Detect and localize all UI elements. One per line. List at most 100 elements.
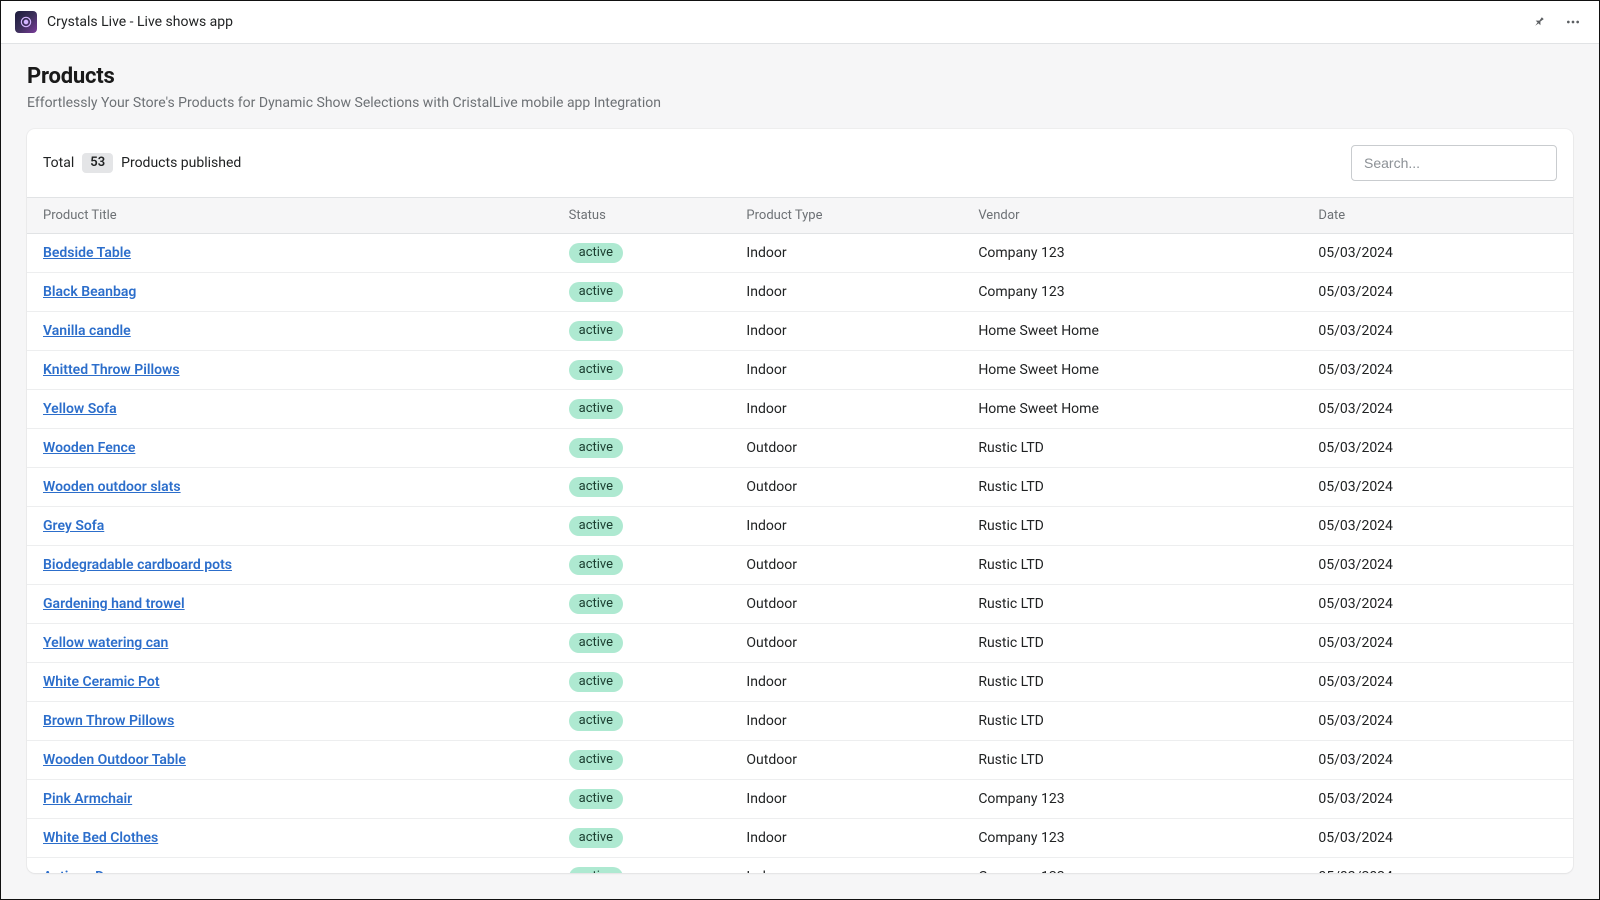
product-link[interactable]: Antique Drawers [43, 869, 147, 873]
table-row[interactable]: Grey SofaactiveIndoorRustic LTD05/03/202… [27, 506, 1573, 545]
status-badge: active [569, 282, 623, 302]
table-row[interactable]: Pink ArmchairactiveIndoorCompany 12305/0… [27, 779, 1573, 818]
cell-date: 05/03/2024 [1302, 584, 1573, 623]
product-link[interactable]: White Ceramic Pot [43, 674, 160, 690]
cell-product-type: Indoor [730, 311, 962, 350]
cell-vendor: Rustic LTD [962, 740, 1302, 779]
cell-product-type: Outdoor [730, 467, 962, 506]
cell-vendor: Rustic LTD [962, 545, 1302, 584]
cell-vendor: Rustic LTD [962, 428, 1302, 467]
table-row[interactable]: Wooden Outdoor TableactiveOutdoorRustic … [27, 740, 1573, 779]
cell-product-type: Indoor [730, 857, 962, 873]
product-link[interactable]: Pink Armchair [43, 791, 132, 807]
col-header-status[interactable]: Status [553, 197, 731, 233]
more-icon[interactable] [1561, 10, 1585, 34]
col-header-title[interactable]: Product Title [27, 197, 553, 233]
status-badge: active [569, 438, 623, 458]
cell-date: 05/03/2024 [1302, 740, 1573, 779]
product-link[interactable]: Grey Sofa [43, 518, 104, 534]
cell-product-type: Outdoor [730, 545, 962, 584]
status-badge: active [569, 516, 623, 536]
cell-date: 05/03/2024 [1302, 467, 1573, 506]
topbar: Crystals Live - Live shows app [1, 1, 1599, 44]
cell-date: 05/03/2024 [1302, 272, 1573, 311]
product-link[interactable]: Yellow Sofa [43, 401, 117, 417]
table-row[interactable]: Brown Throw Pillows active IndoorRustic LT… [27, 701, 1573, 740]
cell-product-type: Indoor [730, 701, 962, 740]
cell-vendor: Company 123 [962, 779, 1302, 818]
table-header-row: Product Title Status Product Type Vendor… [27, 197, 1573, 233]
product-link[interactable]: Brown Throw Pillows [43, 713, 174, 729]
cell-date: 05/03/2024 [1302, 389, 1573, 428]
search-input[interactable] [1351, 145, 1557, 181]
cell-date: 05/03/2024 [1302, 545, 1573, 584]
col-header-date[interactable]: Date [1302, 197, 1573, 233]
cell-vendor: Rustic LTD [962, 701, 1302, 740]
table-row[interactable]: Knitted Throw Pillows active IndoorHome Sw… [27, 350, 1573, 389]
cell-product-type: Indoor [730, 818, 962, 857]
page-title: Products [27, 64, 1573, 89]
table-row[interactable]: Biodegradable cardboard pots active Outdoo… [27, 545, 1573, 584]
cell-date: 05/03/2024 [1302, 311, 1573, 350]
cell-product-type: Indoor [730, 506, 962, 545]
product-link[interactable]: Bedside Table [43, 245, 131, 261]
table-row[interactable]: Vanilla candle active IndoorHome Sweet Hom… [27, 311, 1573, 350]
table-row[interactable]: Gardening hand trowelactiveOutdoorRustic… [27, 584, 1573, 623]
col-header-vendor[interactable]: Vendor [962, 197, 1302, 233]
cell-vendor: Rustic LTD [962, 662, 1302, 701]
table-row[interactable]: White Ceramic Pot active IndoorRustic LTD0… [27, 662, 1573, 701]
cell-product-type: Outdoor [730, 428, 962, 467]
cell-date: 05/03/2024 [1302, 857, 1573, 873]
product-link[interactable]: Gardening hand trowel [43, 596, 185, 612]
table-row[interactable]: Black BeanbagactiveIndoorCompany 12305/0… [27, 272, 1573, 311]
products-card: Total 53 Products published Product Titl… [27, 129, 1573, 873]
product-link[interactable]: Vanilla candle [43, 323, 131, 339]
cell-vendor: Home Sweet Home [962, 311, 1302, 350]
table-row[interactable]: Wooden outdoor slats active OutdoorRustic … [27, 467, 1573, 506]
table-row[interactable]: Bedside TableactiveIndoorCompany 12305/0… [27, 233, 1573, 272]
cell-date: 05/03/2024 [1302, 428, 1573, 467]
product-link[interactable]: Yellow watering can [43, 635, 168, 651]
status-badge: active [569, 399, 623, 419]
status-badge: active [569, 750, 623, 770]
status-badge: active [569, 360, 623, 380]
table-row[interactable]: Yellow SofaactiveIndoorHome Sweet Home05… [27, 389, 1573, 428]
status-badge: active [569, 321, 623, 341]
status-badge: active [569, 555, 623, 575]
status-badge: active [569, 711, 623, 731]
product-link[interactable]: White Bed Clothes [43, 830, 158, 846]
table-row[interactable]: Wooden Fence active OutdoorRustic LTD05/03… [27, 428, 1573, 467]
cell-product-type: Indoor [730, 233, 962, 272]
page-header: Products Effortlessly Your Store's Produ… [1, 44, 1599, 129]
table-row[interactable]: White Bed ClothesactiveIndoorCompany 123… [27, 818, 1573, 857]
cell-product-type: Indoor [730, 662, 962, 701]
cell-vendor: Home Sweet Home [962, 389, 1302, 428]
product-link[interactable]: Wooden outdoor slats [43, 479, 181, 495]
cell-vendor: Rustic LTD [962, 467, 1302, 506]
product-link[interactable]: Black Beanbag [43, 284, 136, 300]
total-summary: Total 53 Products published [43, 153, 241, 173]
col-header-type[interactable]: Product Type [730, 197, 962, 233]
cell-date: 05/03/2024 [1302, 779, 1573, 818]
cell-vendor: Company 123 [962, 272, 1302, 311]
table-row[interactable]: Antique DrawersactiveIndoorCompany 12305… [27, 857, 1573, 873]
status-badge: active [569, 672, 623, 692]
cell-date: 05/03/2024 [1302, 662, 1573, 701]
product-link[interactable]: Biodegradable cardboard pots [43, 557, 232, 573]
total-label: Total [43, 155, 74, 171]
cell-vendor: Home Sweet Home [962, 350, 1302, 389]
table-scroll[interactable]: Product Title Status Product Type Vendor… [27, 197, 1573, 873]
cell-product-type: Outdoor [730, 623, 962, 662]
products-table: Product Title Status Product Type Vendor… [27, 197, 1573, 873]
product-link[interactable]: Knitted Throw Pillows [43, 362, 180, 378]
page-subtitle: Effortlessly Your Store's Products for D… [27, 95, 1573, 111]
pin-icon[interactable] [1527, 10, 1551, 34]
status-badge: active [569, 594, 623, 614]
product-link[interactable]: Wooden Outdoor Table [43, 752, 186, 768]
status-badge: active [569, 633, 623, 653]
table-row[interactable]: Yellow watering canactiveOutdoorRustic L… [27, 623, 1573, 662]
cell-date: 05/03/2024 [1302, 233, 1573, 272]
product-link[interactable]: Wooden Fence [43, 440, 135, 456]
cell-product-type: Indoor [730, 350, 962, 389]
status-badge: active [569, 477, 623, 497]
